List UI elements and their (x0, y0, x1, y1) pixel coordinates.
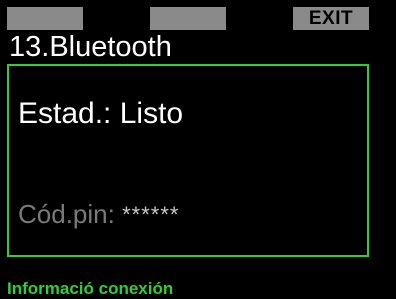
pin-label: Cód.pin: (18, 199, 115, 229)
bluetooth-info-panel: Estad.: Listo Cód.pin: ****** (7, 64, 369, 257)
pin-value: ****** (122, 202, 180, 227)
status-value: Listo (119, 97, 184, 130)
status-row: Estad.: Listo (18, 96, 183, 132)
pin-row: Cód.pin: ****** (18, 198, 179, 232)
exit-button-label: EXIT (308, 8, 354, 29)
status-label: Estad.: (18, 97, 112, 130)
softkey-middle[interactable] (150, 7, 226, 30)
softkey-left[interactable] (7, 7, 83, 30)
connection-info-text: Informació conexión (7, 279, 174, 298)
menu-title: 13.Bluetooth (9, 31, 172, 63)
exit-button[interactable]: EXIT (293, 7, 369, 30)
